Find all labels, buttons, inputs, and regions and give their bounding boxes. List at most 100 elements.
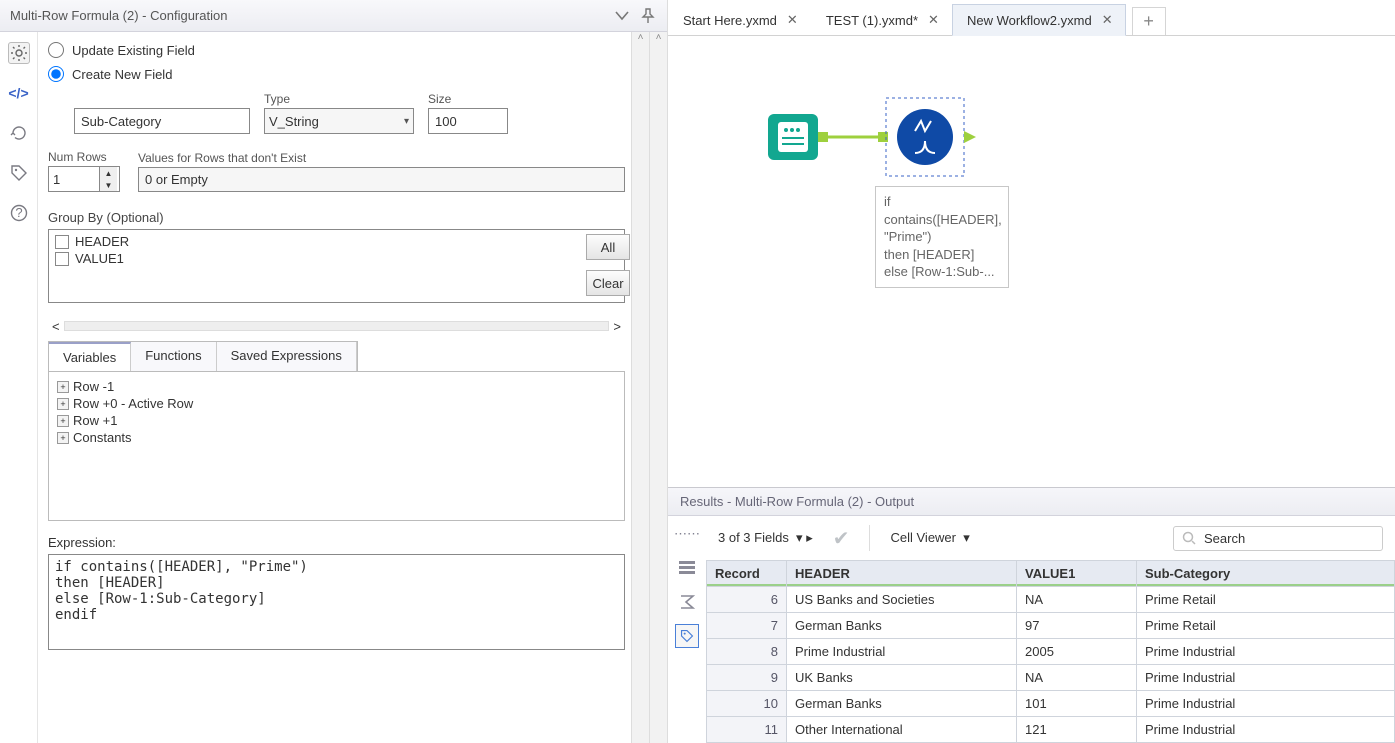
col-subcategory[interactable]: Sub-Category [1137, 561, 1395, 587]
config-sidebar: </> ? [0, 32, 38, 743]
cell-record: 10 [707, 691, 787, 717]
tab-variables[interactable]: Variables [49, 342, 131, 371]
spin-up-icon[interactable]: ▲ [100, 167, 117, 179]
groupby-clear-button[interactable]: Clear [586, 270, 630, 296]
radio-update-existing[interactable] [48, 42, 64, 58]
xml-icon[interactable]: </> [8, 82, 30, 104]
inner-scrollbar[interactable]: ˄ [631, 32, 649, 743]
results-panel: Results - Multi-Row Formula (2) - Output… [668, 487, 1395, 743]
results-sidebar: ⋯⋯ [668, 516, 706, 743]
cell-header: UK Banks [787, 665, 1017, 691]
cell-subcategory: Prime Industrial [1137, 639, 1395, 665]
label-create-new: Create New Field [72, 67, 172, 82]
cell-record: 7 [707, 613, 787, 639]
tree-item[interactable]: +Row -1 [57, 378, 616, 395]
groupby-item[interactable]: HEADER [55, 234, 566, 249]
grip-icon[interactable]: ⋯⋯ [675, 522, 699, 546]
cell-header: US Banks and Societies [787, 587, 1017, 613]
groupby-all-button[interactable]: All [586, 234, 630, 260]
tree-item[interactable]: +Row +1 [57, 412, 616, 429]
table-row[interactable]: 10German Banks101Prime Industrial [707, 691, 1395, 717]
refresh-icon[interactable] [8, 122, 30, 144]
close-icon[interactable]: ✕ [787, 12, 798, 28]
groupby-label: Group By (Optional) [48, 210, 625, 225]
cell-subcategory: Prime Industrial [1137, 717, 1395, 743]
doc-tab-test1[interactable]: TEST (1).yxmd*✕ [811, 4, 952, 35]
values-nonexist-select[interactable]: 0 or Empty [138, 167, 625, 192]
check-icon[interactable]: ✔ [833, 526, 850, 551]
expression-label: Expression: [48, 535, 625, 550]
cell-header: Prime Industrial [787, 639, 1017, 665]
expand-icon[interactable]: + [57, 381, 69, 393]
expand-icon[interactable]: + [57, 415, 69, 427]
config-body: Update Existing Field Create New Field .… [38, 32, 631, 743]
doc-tab-start-here[interactable]: Start Here.yxmd✕ [668, 4, 811, 35]
doc-tab-new-workflow2[interactable]: New Workflow2.yxmd✕ [952, 4, 1126, 36]
values-nonexist-value: 0 or Empty [145, 172, 208, 187]
table-row[interactable]: 7German Banks97Prime Retail [707, 613, 1395, 639]
config-panel-header: Multi-Row Formula (2) - Configuration [0, 0, 667, 32]
tree-item[interactable]: +Constants [57, 429, 616, 446]
outer-scrollbar[interactable]: ˄ [649, 32, 667, 743]
gear-icon[interactable] [8, 42, 30, 64]
multi-row-formula-tool-icon[interactable] [886, 98, 964, 176]
groupby-item[interactable]: VALUE1 [55, 251, 566, 266]
cell-header: German Banks [787, 613, 1017, 639]
results-table[interactable]: Record HEADER VALUE1 Sub-Category 6US Ba… [706, 560, 1395, 743]
spin-down-icon[interactable]: ▼ [100, 179, 117, 191]
output-anchor-icon[interactable] [964, 131, 976, 143]
help-icon[interactable]: ? [8, 202, 30, 224]
workflow-canvas[interactable]: if contains([HEADER], "Prime") then [HEA… [668, 36, 1395, 487]
tool-annotation: if contains([HEADER], "Prime") then [HEA… [875, 186, 1009, 288]
close-icon[interactable]: ✕ [1102, 12, 1113, 28]
new-tab-button[interactable]: + [1132, 7, 1166, 35]
radio-create-new[interactable] [48, 66, 64, 82]
cell-header: Other International [787, 717, 1017, 743]
expand-icon[interactable]: + [57, 398, 69, 410]
pin-icon[interactable] [639, 7, 657, 25]
col-header[interactable]: HEADER [787, 561, 1017, 587]
checkbox-icon[interactable] [55, 252, 69, 266]
variables-tree[interactable]: +Row -1 +Row +0 - Active Row +Row +1 +Co… [48, 371, 625, 521]
expand-icon[interactable]: + [57, 432, 69, 444]
sigma-icon[interactable] [675, 590, 699, 614]
tab-saved-expressions[interactable]: Saved Expressions [217, 342, 357, 371]
list-icon[interactable] [675, 556, 699, 580]
collapse-icon[interactable] [613, 7, 631, 25]
output-anchor-icon[interactable] [818, 132, 828, 142]
input-tool-icon[interactable] [768, 114, 818, 160]
expression-editor[interactable]: if contains([HEADER], "Prime") then [HEA… [48, 554, 625, 650]
type-select[interactable]: V_String ▾ [264, 108, 414, 134]
hscroll[interactable]: <> [48, 317, 625, 335]
new-field-name-input[interactable] [74, 108, 250, 134]
fields-summary[interactable]: 3 of 3 Fields ▾ ▸ [718, 530, 813, 546]
numrows-spinner[interactable]: ▲▼ [48, 166, 120, 192]
groupby-box: HEADER VALUE1 All Clear [48, 229, 625, 303]
cell-record: 11 [707, 717, 787, 743]
tag-icon[interactable] [8, 162, 30, 184]
checkbox-icon[interactable] [55, 235, 69, 249]
size-input[interactable] [428, 108, 508, 134]
type-value: V_String [269, 114, 319, 129]
table-row[interactable]: 11Other International121Prime Industrial [707, 717, 1395, 743]
numrows-input[interactable] [49, 167, 99, 191]
cell-value1: 2005 [1017, 639, 1137, 665]
results-search-input[interactable]: Search [1173, 526, 1383, 551]
cell-value1: NA [1017, 665, 1137, 691]
tab-functions[interactable]: Functions [131, 342, 216, 371]
col-value1[interactable]: VALUE1 [1017, 561, 1137, 587]
results-toolbar: 3 of 3 Fields ▾ ▸ ✔ Cell Viewer ▾ Search [706, 516, 1395, 560]
table-row[interactable]: 6US Banks and SocietiesNAPrime Retail [707, 587, 1395, 613]
divider [869, 525, 870, 551]
search-icon [1182, 531, 1196, 545]
table-row[interactable]: 8Prime Industrial2005Prime Industrial [707, 639, 1395, 665]
table-row[interactable]: 9UK BanksNAPrime Industrial [707, 665, 1395, 691]
tag-icon[interactable] [675, 624, 699, 648]
tree-item[interactable]: +Row +0 - Active Row [57, 395, 616, 412]
cell-value1: 101 [1017, 691, 1137, 717]
col-record[interactable]: Record [707, 561, 787, 587]
close-icon[interactable]: ✕ [928, 12, 939, 28]
cell-subcategory: Prime Industrial [1137, 691, 1395, 717]
cell-viewer-dropdown[interactable]: Cell Viewer ▾ [890, 530, 969, 546]
document-tabbar: Start Here.yxmd✕ TEST (1).yxmd*✕ New Wor… [668, 0, 1395, 36]
